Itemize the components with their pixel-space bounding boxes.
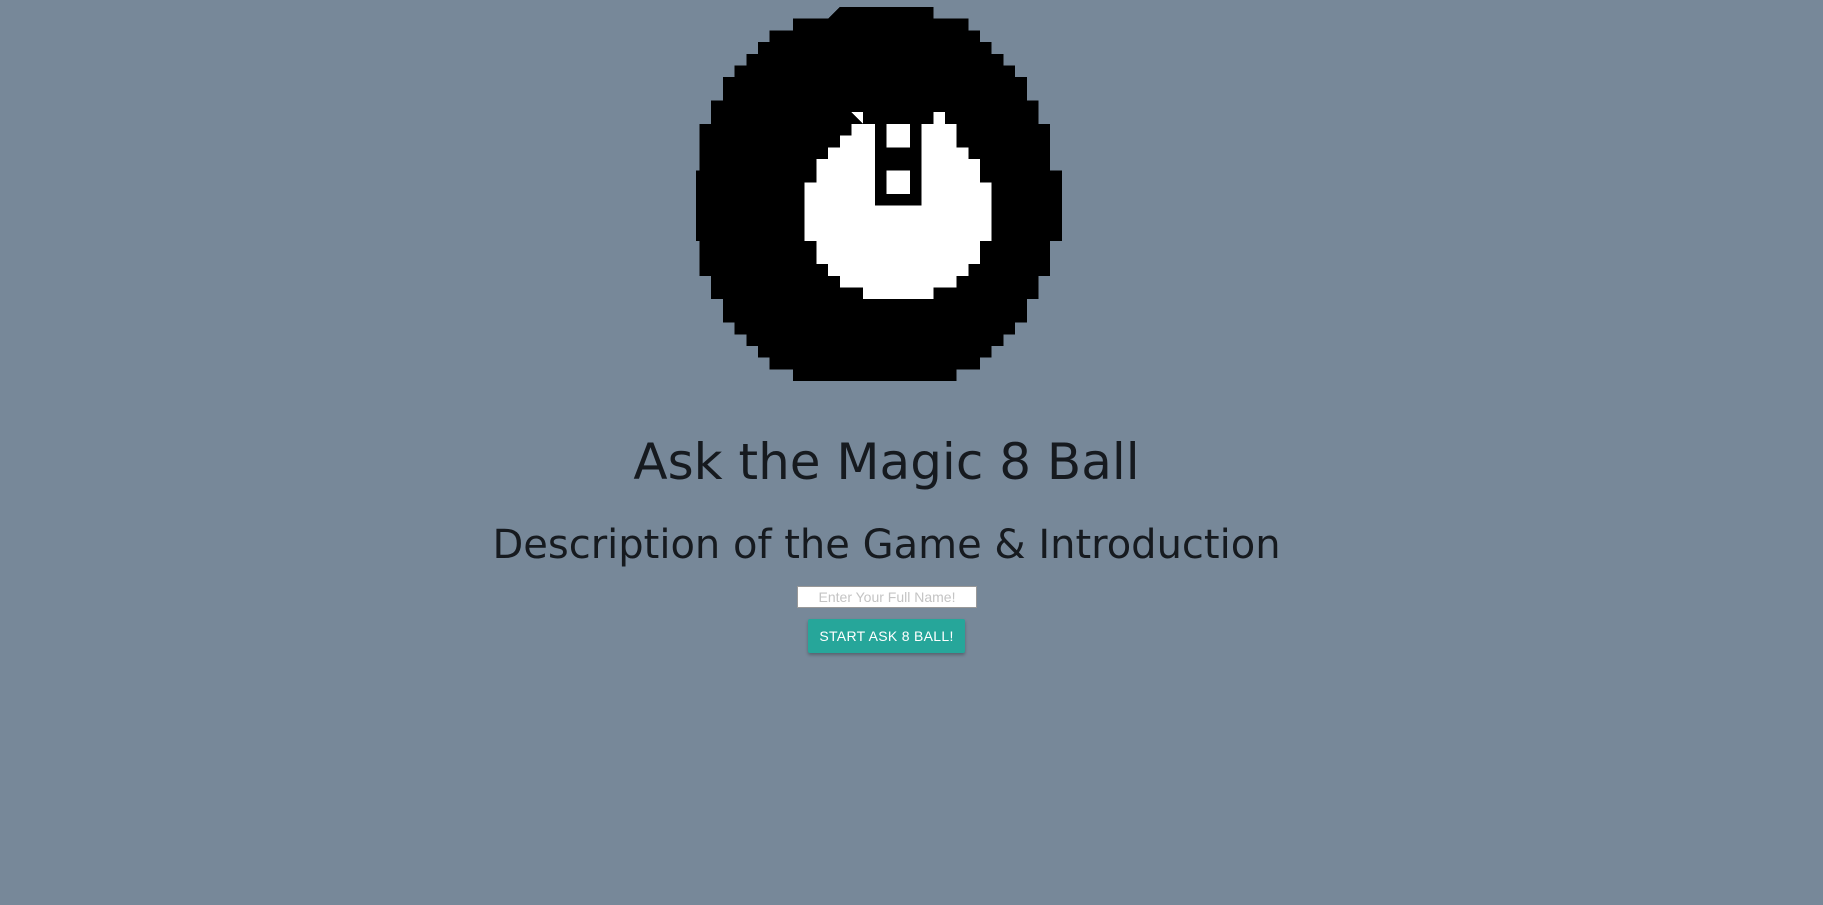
page-subtitle: Description of the Game & Introduction — [492, 522, 1281, 568]
page-title: Ask the Magic 8 Ball — [633, 433, 1140, 491]
eight-bottom-dot — [886, 170, 910, 194]
full-name-input[interactable] — [797, 586, 977, 608]
eight-top-dot — [886, 123, 910, 148]
ball-body — [696, 7, 1062, 381]
magic-8-ball-svg — [696, 7, 1062, 381]
magic-8-ball-icon — [696, 7, 1077, 381]
start-button[interactable]: START ASK 8 BALL! — [808, 619, 965, 653]
